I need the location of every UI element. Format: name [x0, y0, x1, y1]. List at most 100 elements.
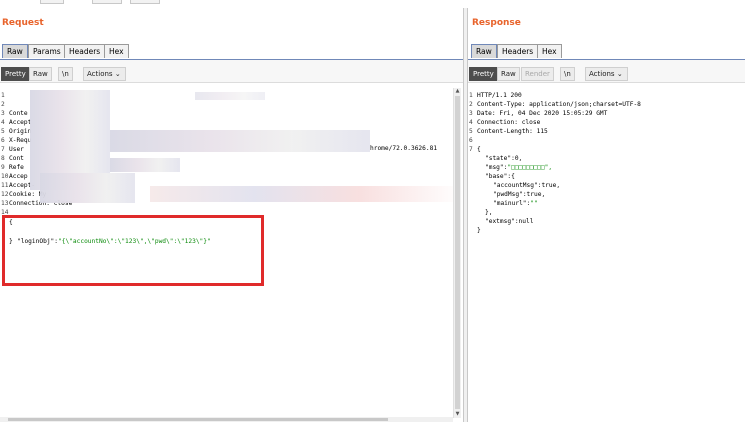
line-number: 4	[1, 119, 5, 126]
json-content: "pwdMsg":true,	[493, 191, 546, 198]
newline-toggle-button[interactable]: \n	[560, 67, 575, 81]
line-text: {	[477, 146, 481, 153]
line-text: Refe	[9, 164, 24, 171]
line-number: 6	[469, 137, 473, 144]
json-value: null	[518, 218, 534, 225]
line-number: 10	[1, 173, 9, 180]
json-value: {	[511, 173, 515, 180]
line-text: Cont	[9, 155, 24, 162]
response-tabbar: Raw Headers Hex	[468, 36, 745, 61]
line-text: Content-Length: 115	[477, 128, 548, 135]
line-text: Accept	[9, 119, 32, 126]
tab-raw[interactable]: Raw	[471, 44, 497, 58]
json-key: "pwdMsg"	[493, 191, 523, 198]
request-title: Request	[2, 18, 44, 28]
scroll-thumb[interactable]	[455, 96, 460, 409]
request-view-toolbar: Pretty Raw \n Actions ⌄	[0, 60, 463, 83]
top-toolbar-strip	[0, 0, 745, 8]
redaction-smear	[150, 186, 463, 202]
toolbar-tab-fragment[interactable]	[92, 0, 122, 4]
line-number: 8	[1, 155, 5, 162]
json-key: "accountMsg"	[493, 182, 538, 189]
line-number: 3	[1, 110, 5, 117]
line-number: 5	[1, 128, 5, 135]
line-number: 7	[1, 146, 5, 153]
json-content: "extmsg":null	[485, 218, 534, 225]
json-key: "state"	[485, 155, 512, 162]
response-title: Response	[472, 18, 521, 28]
line-text: Origin	[9, 128, 32, 135]
json-value: },	[485, 209, 493, 216]
request-vertical-scrollbar[interactable]: ▲ ▼	[453, 88, 461, 418]
line-number: 11	[1, 182, 9, 189]
tab-hex[interactable]: Hex	[104, 44, 129, 58]
json-value: }	[477, 227, 481, 234]
arrow-up-icon[interactable]: ▲	[454, 88, 461, 95]
line-text: Accep	[9, 173, 28, 180]
line-number: 2	[1, 101, 5, 108]
raw-view-button[interactable]: Raw	[29, 67, 52, 81]
redaction-blur	[195, 92, 265, 100]
json-content: "state":0,	[485, 155, 523, 162]
user-agent-text: hrome/72.0.3626.81	[370, 145, 438, 152]
chevron-down-icon: ⌄	[114, 70, 121, 78]
tab-params[interactable]: Params	[28, 44, 66, 58]
actions-label: Actions	[87, 70, 113, 78]
line-number: 9	[1, 164, 5, 171]
json-content: "msg":"□□□□□□□□□",	[485, 164, 553, 171]
redaction-blur	[110, 158, 180, 172]
line-text: User	[9, 146, 24, 153]
redaction-blur	[110, 130, 370, 152]
json-value: "□□□□□□□□□",	[507, 164, 553, 171]
line-text: Date: Fri, 04 Dec 2020 15:05:29 GMT	[477, 110, 608, 117]
json-key: "extmsg"	[485, 218, 515, 225]
highlight-box	[2, 215, 264, 286]
line-text: Conte	[9, 110, 28, 117]
response-view-toolbar: Pretty Raw Render \n Actions ⌄	[468, 60, 745, 83]
pretty-button[interactable]: Pretty	[1, 67, 30, 81]
line-number: 5	[469, 128, 473, 135]
json-key: "mainurl"	[493, 200, 527, 207]
json-content: },	[485, 208, 492, 217]
json-value: true,	[541, 182, 561, 189]
tab-headers[interactable]: Headers	[497, 44, 539, 58]
tab-headers[interactable]: Headers	[64, 44, 106, 58]
response-pane: Response Raw Headers Hex Pretty Raw Rend…	[468, 8, 745, 422]
json-value: true,	[526, 191, 546, 198]
tab-raw[interactable]: Raw	[2, 44, 28, 58]
pretty-button[interactable]: Pretty	[469, 67, 498, 81]
line-number: 1	[469, 92, 473, 99]
request-tabbar: Raw Params Headers Hex	[0, 36, 463, 61]
json-value: 0,	[514, 155, 523, 162]
actions-label: Actions	[589, 70, 615, 78]
line-number: 4	[469, 119, 473, 126]
line-text: X-Requ	[9, 137, 32, 144]
request-pane: Request Raw Params Headers Hex Pretty Ra…	[0, 8, 463, 422]
json-content: "base":{	[485, 173, 515, 180]
actions-dropdown[interactable]: Actions ⌄	[83, 67, 126, 81]
tab-hex[interactable]: Hex	[537, 44, 562, 58]
line-number: 12	[1, 191, 9, 198]
chevron-down-icon: ⌄	[616, 70, 623, 78]
actions-dropdown[interactable]: Actions ⌄	[585, 67, 628, 81]
json-content: }	[477, 226, 481, 235]
line-number: 13	[1, 200, 9, 207]
render-button[interactable]: Render	[521, 67, 554, 81]
line-text: HTTP/1.1 200	[477, 92, 522, 99]
json-key: "msg"	[485, 164, 504, 171]
redaction-blur	[40, 173, 135, 203]
user-agent-tail: hrome/72.0.3626.81	[370, 144, 437, 153]
json-value: ""	[530, 200, 538, 207]
response-editor[interactable]: 1 HTTP/1.1 200 2 Content-Type: application/…	[468, 83, 745, 418]
line-number: 3	[469, 110, 473, 117]
scroll-thumb[interactable]	[8, 418, 388, 421]
arrow-down-icon[interactable]: ▼	[454, 411, 461, 418]
toolbar-tab-fragment[interactable]	[130, 0, 160, 4]
request-horizontal-scrollbar[interactable]	[0, 417, 453, 422]
toolbar-tab-fragment[interactable]	[40, 0, 64, 4]
raw-view-button[interactable]: Raw	[497, 67, 520, 81]
line-number: 6	[1, 137, 5, 144]
json-key: "base"	[485, 173, 508, 180]
json-content: "mainurl":""	[493, 200, 538, 207]
newline-toggle-button[interactable]: \n	[58, 67, 73, 81]
